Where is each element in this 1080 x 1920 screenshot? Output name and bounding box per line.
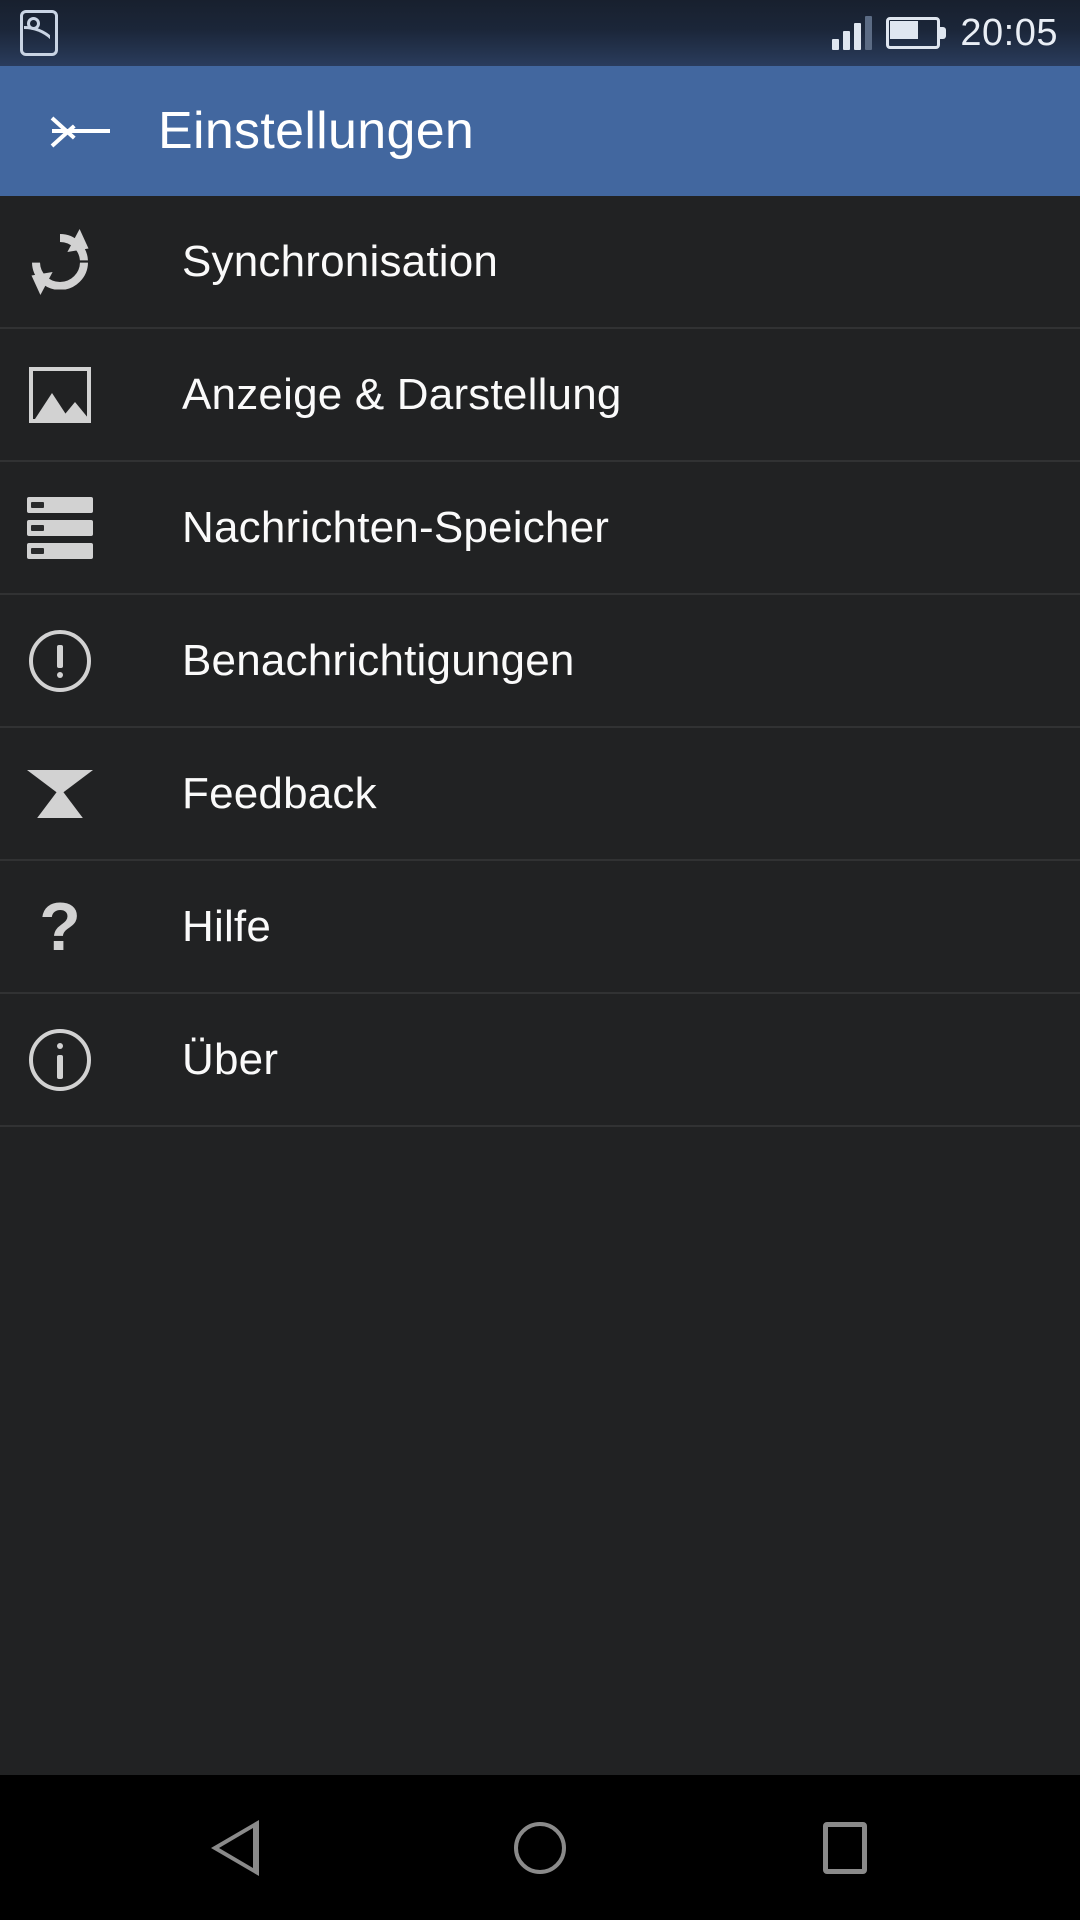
- phone-screen: 20:05 Einstellungen Synchronisation Anze…: [0, 0, 1080, 1920]
- app-bar: Einstellungen: [0, 66, 1080, 196]
- triangle-back-icon: [211, 1819, 259, 1876]
- page-title: Einstellungen: [158, 102, 475, 160]
- image-icon-wrap: [0, 328, 120, 461]
- settings-item-hilfe[interactable]: ? Hilfe: [0, 861, 1080, 994]
- envelope-icon-wrap: [0, 727, 120, 860]
- settings-item-ueber[interactable]: Über: [0, 994, 1080, 1127]
- settings-item-label: Synchronisation: [182, 236, 499, 286]
- alert-circle-icon-wrap: [0, 594, 120, 727]
- question-mark-icon-wrap: ?: [0, 860, 120, 993]
- circle-home-icon: [514, 1821, 566, 1874]
- settings-item-feedback[interactable]: Feedback: [0, 728, 1080, 861]
- back-arrow-icon[interactable]: [50, 106, 112, 156]
- settings-item-label: Feedback: [182, 768, 377, 818]
- sync-icon: [25, 228, 95, 295]
- settings-item-anzeige-darstellung[interactable]: Anzeige & Darstellung: [0, 329, 1080, 462]
- settings-item-synchronisation[interactable]: Synchronisation: [0, 196, 1080, 329]
- nav-home-button[interactable]: [480, 1775, 600, 1920]
- settings-item-label: Über: [182, 1034, 279, 1084]
- image-icon: [29, 366, 91, 423]
- photo-icon: [20, 10, 58, 56]
- envelope-icon: [27, 769, 93, 818]
- settings-list: Synchronisation Anzeige & Darstellung Na…: [0, 196, 1080, 1127]
- list-empty-area: [0, 1127, 1080, 1775]
- settings-item-label: Hilfe: [182, 901, 272, 951]
- signal-bars-icon: [832, 16, 873, 50]
- square-recents-icon: [823, 1821, 867, 1874]
- status-bar-clock: 20:05: [960, 11, 1058, 54]
- status-bar: 20:05: [0, 0, 1080, 66]
- nav-back-button[interactable]: [175, 1775, 295, 1920]
- settings-item-label: Anzeige & Darstellung: [182, 369, 622, 419]
- info-circle-icon-wrap: [0, 993, 120, 1126]
- settings-item-benachrichtigungen[interactable]: Benachrichtigungen: [0, 595, 1080, 728]
- sync-icon-wrap: [0, 195, 120, 328]
- settings-item-nachrichten-speicher[interactable]: Nachrichten-Speicher: [0, 462, 1080, 595]
- info-circle-icon: [29, 1028, 91, 1091]
- battery-icon: [886, 17, 947, 49]
- settings-item-label: Nachrichten-Speicher: [182, 502, 610, 552]
- settings-item-label: Benachrichtigungen: [182, 635, 575, 685]
- nav-recents-button[interactable]: [785, 1775, 905, 1920]
- status-bar-left: [20, 10, 58, 56]
- storage-icon: [27, 496, 93, 559]
- system-navigation-bar: [0, 1775, 1080, 1920]
- question-mark-icon: ?: [39, 888, 81, 965]
- alert-circle-icon: [29, 629, 91, 692]
- storage-icon-wrap: [0, 461, 120, 594]
- status-bar-right: 20:05: [832, 12, 1058, 55]
